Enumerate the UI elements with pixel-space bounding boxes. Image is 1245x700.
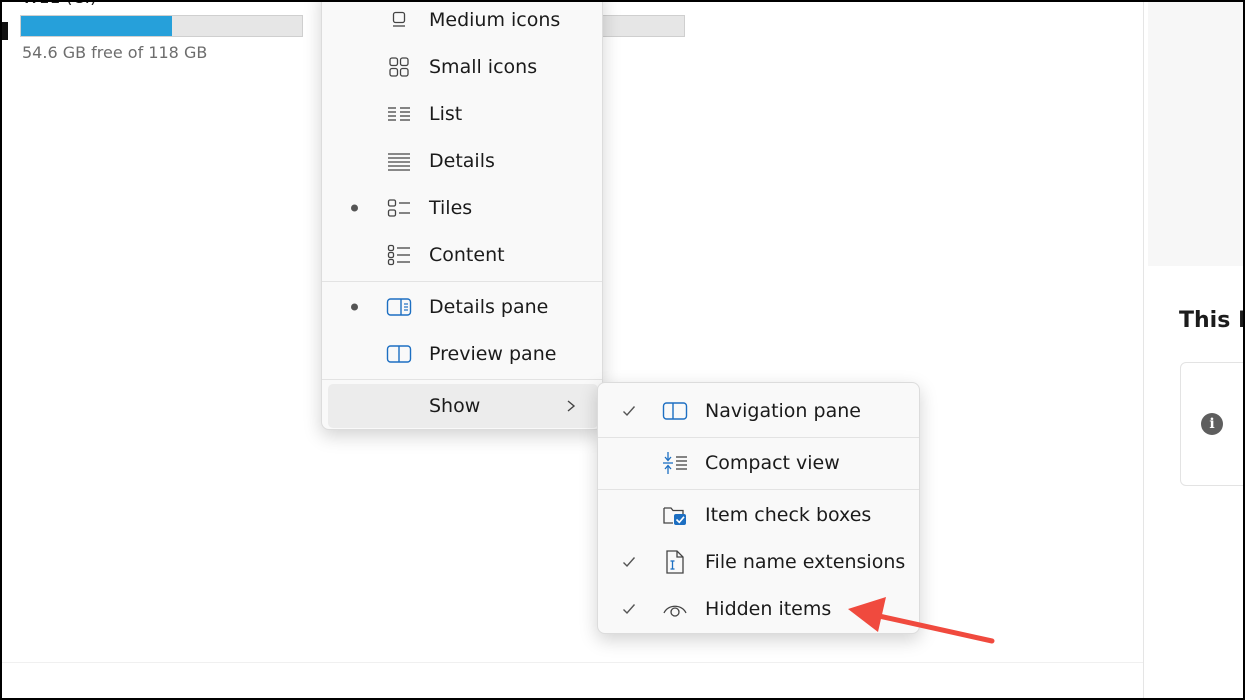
hidden-items-icon bbox=[662, 596, 688, 622]
menu-item-tiles[interactable]: Tiles bbox=[322, 186, 602, 230]
content-divider bbox=[0, 662, 1143, 663]
check-icon bbox=[622, 603, 636, 615]
menu-item-label: Preview pane bbox=[429, 343, 557, 365]
menu-item-label: Hidden items bbox=[705, 598, 832, 620]
menu-item-compact-view[interactable]: Compact view bbox=[598, 441, 919, 485]
drive-usage-bar bbox=[20, 15, 303, 37]
window-edge bbox=[2, 22, 8, 40]
menu-item-label: Content bbox=[429, 244, 505, 266]
list-icon bbox=[386, 101, 412, 127]
view-menu: Medium icons Small icons List Details Ti… bbox=[321, 0, 603, 430]
small-icons-icon bbox=[386, 54, 412, 80]
menu-item-list[interactable]: List bbox=[322, 92, 602, 136]
menu-item-label: Show bbox=[429, 395, 481, 417]
menu-item-label: Details bbox=[429, 150, 495, 172]
content-icon bbox=[386, 242, 412, 268]
tiles-icon bbox=[386, 195, 412, 221]
details-pane-icon bbox=[386, 294, 412, 320]
menu-item-content[interactable]: Content bbox=[322, 233, 602, 277]
menu-separator bbox=[322, 379, 602, 380]
chevron-right-icon bbox=[566, 399, 576, 413]
navigation-pane-icon bbox=[662, 398, 688, 424]
menu-item-label: Item check boxes bbox=[705, 504, 872, 526]
annotation-arrow bbox=[848, 597, 995, 644]
menu-item-label: Navigation pane bbox=[705, 400, 861, 422]
menu-item-label: Details pane bbox=[429, 296, 549, 318]
check-icon bbox=[622, 405, 636, 417]
drive-label: W11 (C:) bbox=[22, 0, 97, 8]
menu-item-show[interactable]: Show bbox=[328, 384, 598, 428]
menu-item-details-pane[interactable]: Details pane bbox=[322, 285, 602, 329]
menu-item-label: Tiles bbox=[429, 197, 473, 219]
info-icon: i bbox=[1201, 413, 1223, 435]
details-pane-info-card: i bbox=[1180, 362, 1245, 486]
details-pane-title: This P bbox=[1179, 308, 1245, 333]
menu-item-medium-icons[interactable]: Medium icons bbox=[322, 0, 602, 42]
drive-usage-bar-tail bbox=[600, 15, 685, 37]
menu-item-preview-pane[interactable]: Preview pane bbox=[322, 332, 602, 376]
menu-item-label: Medium icons bbox=[429, 9, 561, 31]
menu-item-label: Small icons bbox=[429, 56, 538, 78]
menu-item-label: Compact view bbox=[705, 452, 840, 474]
drive-usage-fill bbox=[21, 16, 172, 36]
menu-item-file-name-extensions[interactable]: File name extensions bbox=[598, 540, 919, 584]
details-icon bbox=[386, 148, 412, 174]
menu-item-label: File name extensions bbox=[705, 551, 906, 573]
item-check-boxes-icon bbox=[662, 502, 688, 528]
menu-item-small-icons[interactable]: Small icons bbox=[322, 45, 602, 89]
preview-pane-icon bbox=[386, 341, 412, 367]
details-pane: This P i bbox=[1143, 0, 1245, 700]
menu-separator bbox=[598, 437, 919, 438]
drive-free-space: 54.6 GB free of 118 GB bbox=[22, 43, 208, 62]
details-pane-preview-area bbox=[1148, 0, 1245, 266]
file-name-extensions-icon bbox=[662, 549, 688, 575]
menu-separator bbox=[322, 281, 602, 282]
check-icon bbox=[622, 556, 636, 568]
menu-separator bbox=[598, 489, 919, 490]
selected-bullet bbox=[351, 204, 358, 212]
menu-item-item-check-boxes[interactable]: Item check boxes bbox=[598, 493, 919, 537]
selected-bullet bbox=[351, 303, 358, 311]
compact-view-icon bbox=[662, 450, 688, 476]
medium-icons-icon bbox=[386, 7, 412, 33]
menu-item-navigation-pane[interactable]: Navigation pane bbox=[598, 389, 919, 433]
menu-item-label: List bbox=[429, 103, 463, 125]
menu-item-details[interactable]: Details bbox=[322, 139, 602, 183]
